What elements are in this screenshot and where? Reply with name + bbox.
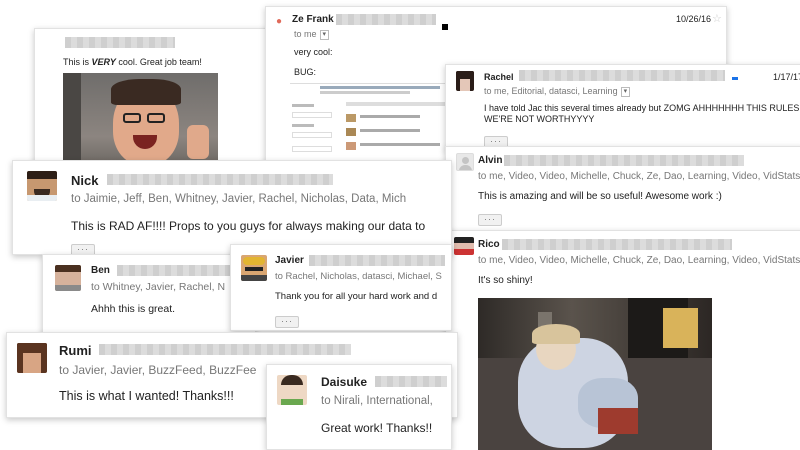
avatar[interactable]	[27, 171, 57, 201]
message-line-2: WE'RE NOT WORTHYYYY	[484, 114, 595, 124]
recipients[interactable]: to Jaimie, Jeff, Ben, Whitney, Javier, R…	[71, 193, 406, 205]
marker-icon	[732, 77, 738, 80]
recipients[interactable]: to Javier, Javier, BuzzFeed, BuzzFee	[59, 363, 256, 377]
redacted-email	[336, 14, 436, 25]
sender-name[interactable]: Rachel	[484, 72, 514, 82]
email-card-javier: Javier to Rachel, Nicholas, datasci, Mic…	[230, 244, 452, 331]
redacted-header	[65, 37, 175, 48]
sender-name[interactable]: Ben	[91, 265, 110, 276]
email-date: 1/17/17	[773, 72, 800, 82]
redacted-email	[117, 265, 247, 276]
message-text: Great work! Thanks!!	[321, 421, 433, 435]
email-card-ben: Ben to Whitney, Javier, Rachel, N Ahhh t…	[42, 254, 256, 336]
redacted-email	[99, 344, 351, 355]
email-date: 10/26/16	[676, 14, 712, 24]
show-trimmed-button[interactable]: ···	[478, 214, 502, 226]
sender-name[interactable]: Rico	[478, 239, 500, 250]
redacted-email	[375, 376, 447, 387]
sender-name[interactable]: Alvin	[478, 155, 502, 166]
message-text: This is RAD AF!!!! Props to you guys for…	[71, 219, 426, 233]
reaction-gif	[478, 298, 712, 450]
sender-name[interactable]: Rumi	[59, 343, 92, 358]
email-card-rico: Rico to me, Video, Video, Michelle, Chuc…	[445, 230, 800, 450]
avatar[interactable]	[17, 343, 47, 373]
avatar[interactable]	[456, 71, 474, 91]
avatar[interactable]	[241, 255, 267, 281]
message-line-1: very cool:	[294, 47, 333, 57]
message-text: This is amazing and will be so useful! A…	[478, 191, 722, 202]
message-line-1: I have told Jac this several times alrea…	[484, 103, 800, 113]
recipients[interactable]: to me, Video, Video, Michelle, Chuck, Ze…	[478, 255, 800, 266]
sender-name[interactable]: Javier	[275, 255, 304, 266]
avatar-placeholder-icon[interactable]	[456, 153, 474, 171]
message-line-2: BUG:	[294, 67, 317, 77]
recipients[interactable]: to Nirali, International,	[321, 395, 433, 407]
message-text: Ahhh this is great.	[91, 303, 176, 315]
email-card-nick: Nick to Jaimie, Jeff, Ben, Whitney, Javi…	[12, 160, 452, 255]
message-text: Thank you for all your hard work and d	[275, 291, 438, 302]
redacted-email	[519, 70, 725, 81]
recipients[interactable]: to me, Editorial, datasci, Learning ▾	[484, 86, 631, 97]
avatar[interactable]	[454, 237, 474, 255]
marker-icon	[442, 24, 448, 30]
email-card-alvin: Alvin to me, Video, Video, Michelle, Chu…	[445, 146, 800, 232]
show-trimmed-button[interactable]: ···	[275, 316, 299, 328]
message-text: This is VERY cool. Great job team!	[63, 57, 202, 67]
redacted-email	[107, 174, 333, 185]
email-card-rachel: Rachel 1/17/17 to me, Editorial, datasci…	[445, 64, 800, 150]
avatar-placeholder-icon: ●	[276, 16, 283, 27]
redacted-email	[309, 255, 445, 266]
email-card-daisuke: Daisuke to Nirali, International, Great …	[266, 364, 452, 450]
chevron-down-icon[interactable]: ▾	[319, 29, 330, 40]
star-icon[interactable]: ☆	[712, 12, 722, 25]
sender-name[interactable]: Nick	[71, 173, 98, 188]
recipients[interactable]: to me, Video, Video, Michelle, Chuck, Ze…	[478, 171, 800, 182]
redacted-email	[502, 239, 732, 250]
avatar[interactable]	[55, 265, 81, 291]
recipients[interactable]: to Rachel, Nicholas, datasci, Michael, S	[275, 271, 442, 282]
recipients[interactable]: to me ▾	[294, 29, 330, 40]
message-text: This is what I wanted! Thanks!!!	[59, 389, 234, 403]
recipients[interactable]: to Whitney, Javier, Rachel, N	[91, 281, 225, 293]
chevron-down-icon[interactable]: ▾	[620, 86, 631, 97]
sender-name[interactable]: Daisuke	[321, 375, 367, 389]
email-card-top-left: This is VERY cool. Great job team!	[34, 28, 276, 178]
message-text: It's so shiny!	[478, 275, 533, 286]
avatar[interactable]	[277, 375, 307, 405]
redacted-email	[504, 155, 744, 166]
sender-name[interactable]: Ze Frank	[292, 14, 334, 25]
